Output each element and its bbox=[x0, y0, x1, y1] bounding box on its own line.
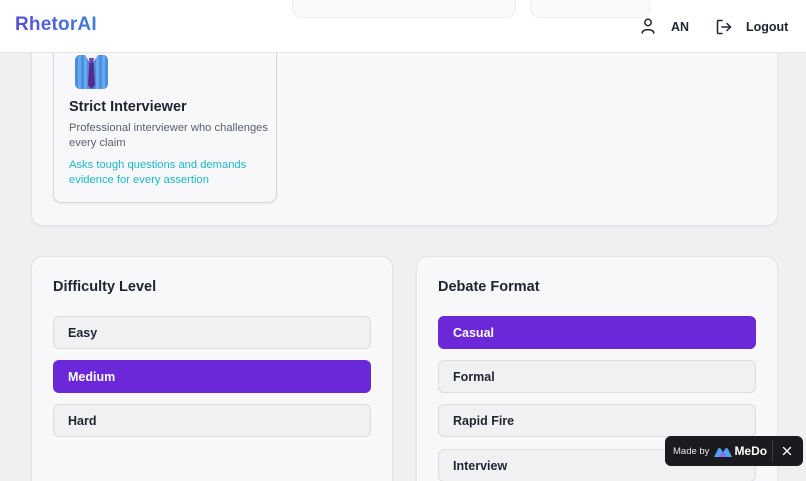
difficulty-title: Difficulty Level bbox=[53, 279, 157, 295]
user-initials[interactable]: AN bbox=[671, 20, 689, 34]
persona-description: Professional interviewer who challenges … bbox=[69, 122, 268, 149]
difficulty-panel: Difficulty Level Easy Medium Hard bbox=[31, 256, 393, 481]
option-label: Formal bbox=[453, 369, 495, 384]
option-label: Casual bbox=[453, 325, 494, 340]
option-label: Hard bbox=[68, 413, 97, 428]
format-title: Debate Format bbox=[438, 279, 540, 295]
difficulty-option-medium[interactable]: Medium bbox=[53, 360, 371, 393]
user-icon[interactable] bbox=[641, 18, 655, 34]
format-option-formal[interactable]: Formal bbox=[438, 360, 756, 393]
made-by-badge[interactable]: Made by MeDo bbox=[665, 436, 803, 466]
medo-logo-icon bbox=[714, 447, 733, 457]
header-nav-ghost bbox=[292, 0, 516, 18]
option-label: Medium bbox=[68, 369, 116, 384]
option-label: Rapid Fire bbox=[453, 413, 515, 428]
format-option-rapid-fire[interactable]: Rapid Fire bbox=[438, 404, 756, 437]
close-icon[interactable] bbox=[779, 443, 795, 459]
interviewer-avatar-icon bbox=[75, 55, 108, 89]
difficulty-option-easy[interactable]: Easy bbox=[53, 316, 371, 349]
option-label: Easy bbox=[68, 325, 98, 340]
medo-brand: MeDo bbox=[734, 444, 768, 458]
made-by-label: Made by bbox=[673, 445, 710, 457]
logout-icon bbox=[716, 19, 732, 35]
format-option-casual[interactable]: Casual bbox=[438, 316, 756, 349]
difficulty-option-hard[interactable]: Hard bbox=[53, 404, 371, 437]
header-nav-ghost bbox=[530, 0, 650, 18]
badge-divider bbox=[772, 440, 773, 462]
persona-name: Strict Interviewer bbox=[69, 99, 187, 115]
logout-label: Logout bbox=[746, 20, 789, 34]
app-logo[interactable]: RhetorAI bbox=[15, 14, 97, 36]
option-label: Interview bbox=[453, 458, 508, 473]
persona-card[interactable]: Strict Interviewer Professional intervie… bbox=[53, 30, 277, 203]
page: Strict Interviewer Professional intervie… bbox=[0, 0, 806, 481]
persona-note: Asks tough questions and demands evidenc… bbox=[69, 159, 247, 186]
app-header: RhetorAI AN Logout bbox=[0, 0, 806, 53]
logout-button[interactable]: Logout bbox=[716, 16, 788, 38]
